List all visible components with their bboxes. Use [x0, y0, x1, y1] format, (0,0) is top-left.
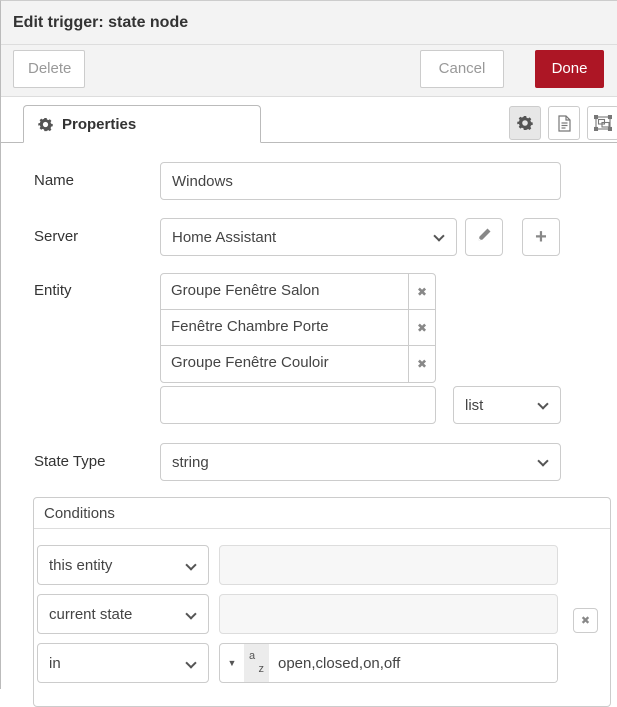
- editor-tab-bar: Properties: [1, 97, 617, 143]
- tab-properties-label: Properties: [62, 116, 136, 133]
- plus-icon: +: [535, 226, 547, 249]
- condition-operator-value: in: [49, 655, 61, 672]
- chevron-down-icon: [433, 230, 444, 241]
- entity-add-input[interactable]: [160, 386, 436, 424]
- entity-item-value[interactable]: Fenêtre Chambre Porte: [161, 310, 408, 345]
- remove-icon: ✖: [417, 285, 427, 299]
- entity-list-item[interactable]: Fenêtre Chambre Porte ✖: [161, 310, 435, 346]
- condition-property-value: this entity: [49, 557, 112, 574]
- name-row: Name: [34, 162, 617, 200]
- dialog-titlebar: Edit trigger: state node: [1, 1, 617, 45]
- condition-comparator-row: current state: [37, 594, 607, 634]
- add-server-button[interactable]: +: [522, 218, 560, 256]
- server-row: Server Home Assistant +: [34, 218, 617, 256]
- dialog-toolbar: Delete Cancel Done: [1, 45, 617, 97]
- condition-value-input[interactable]: [269, 644, 557, 682]
- remove-entity-button[interactable]: ✖: [408, 346, 435, 382]
- pencil-icon: [477, 227, 492, 247]
- condition-property-input: [219, 545, 558, 585]
- condition-operator-select[interactable]: in: [37, 643, 209, 683]
- entity-list: Groupe Fenêtre Salon ✖ Fenêtre Chambre P…: [160, 273, 436, 383]
- object-group-icon: [594, 115, 612, 131]
- typed-input-group: ▼ a z: [219, 643, 558, 683]
- condition-property-row: this entity: [37, 545, 607, 585]
- done-button[interactable]: Done: [535, 50, 604, 88]
- remove-entity-button[interactable]: ✖: [408, 274, 435, 309]
- entity-row: Entity Groupe Fenêtre Salon ✖ Fenêtre Ch…: [34, 273, 617, 424]
- entity-list-item[interactable]: Groupe Fenêtre Couloir ✖: [161, 346, 435, 382]
- entity-item-value[interactable]: Groupe Fenêtre Couloir: [161, 346, 408, 382]
- remove-entity-button[interactable]: ✖: [408, 310, 435, 345]
- state-type-select[interactable]: string: [160, 443, 561, 481]
- name-input[interactable]: [160, 162, 561, 200]
- remove-icon: ✖: [417, 357, 427, 371]
- document-icon: [557, 115, 572, 132]
- delete-button[interactable]: Delete: [13, 50, 85, 88]
- remove-icon: ✖: [581, 614, 590, 627]
- appearance-tab-button[interactable]: [587, 106, 617, 140]
- chevron-down-icon: [185, 657, 196, 668]
- entity-list-item[interactable]: Groupe Fenêtre Salon ✖: [161, 274, 435, 310]
- properties-tab-button[interactable]: [509, 106, 541, 140]
- condition-comparator-input: [219, 594, 558, 634]
- chevron-down-icon: [185, 559, 196, 570]
- cancel-button[interactable]: Cancel: [420, 50, 504, 88]
- condition-comparator-select[interactable]: current state: [37, 594, 209, 634]
- name-label: Name: [34, 162, 160, 200]
- description-tab-button[interactable]: [548, 106, 580, 140]
- remove-icon: ✖: [417, 321, 427, 335]
- typed-input-type-button[interactable]: ▼ a z: [220, 644, 269, 682]
- entity-type-select[interactable]: list: [453, 386, 561, 424]
- gear-icon: [38, 117, 53, 132]
- entity-label: Entity: [34, 273, 160, 424]
- condition-comparator-value: current state: [49, 606, 132, 623]
- conditions-box: Conditions this entity current state in: [33, 497, 611, 707]
- chevron-down-icon: [537, 398, 548, 409]
- state-type-label: State Type: [34, 443, 160, 481]
- conditions-title: Conditions: [34, 498, 610, 529]
- chevron-down-icon: [537, 455, 548, 466]
- server-label: Server: [34, 218, 160, 256]
- entity-type-value: list: [465, 397, 483, 414]
- state-type-value: string: [172, 454, 209, 471]
- properties-form: Name Server Home Assistant + Entity Grou…: [1, 162, 617, 707]
- condition-value-row: in ▼ a z: [37, 643, 607, 683]
- caret-down-icon: ▼: [220, 658, 244, 668]
- tab-properties[interactable]: Properties: [23, 105, 261, 143]
- sort-az-icon: a z: [244, 644, 269, 682]
- chevron-down-icon: [185, 608, 196, 619]
- edit-server-button[interactable]: [465, 218, 503, 256]
- dialog-title: Edit trigger: state node: [13, 14, 188, 32]
- server-select-value: Home Assistant: [172, 229, 276, 246]
- condition-property-select[interactable]: this entity: [37, 545, 209, 585]
- server-select[interactable]: Home Assistant: [160, 218, 457, 256]
- remove-condition-button[interactable]: ✖: [573, 608, 598, 633]
- gear-icon: [517, 115, 533, 131]
- entity-item-value[interactable]: Groupe Fenêtre Salon: [161, 274, 408, 309]
- state-type-row: State Type string: [34, 443, 617, 481]
